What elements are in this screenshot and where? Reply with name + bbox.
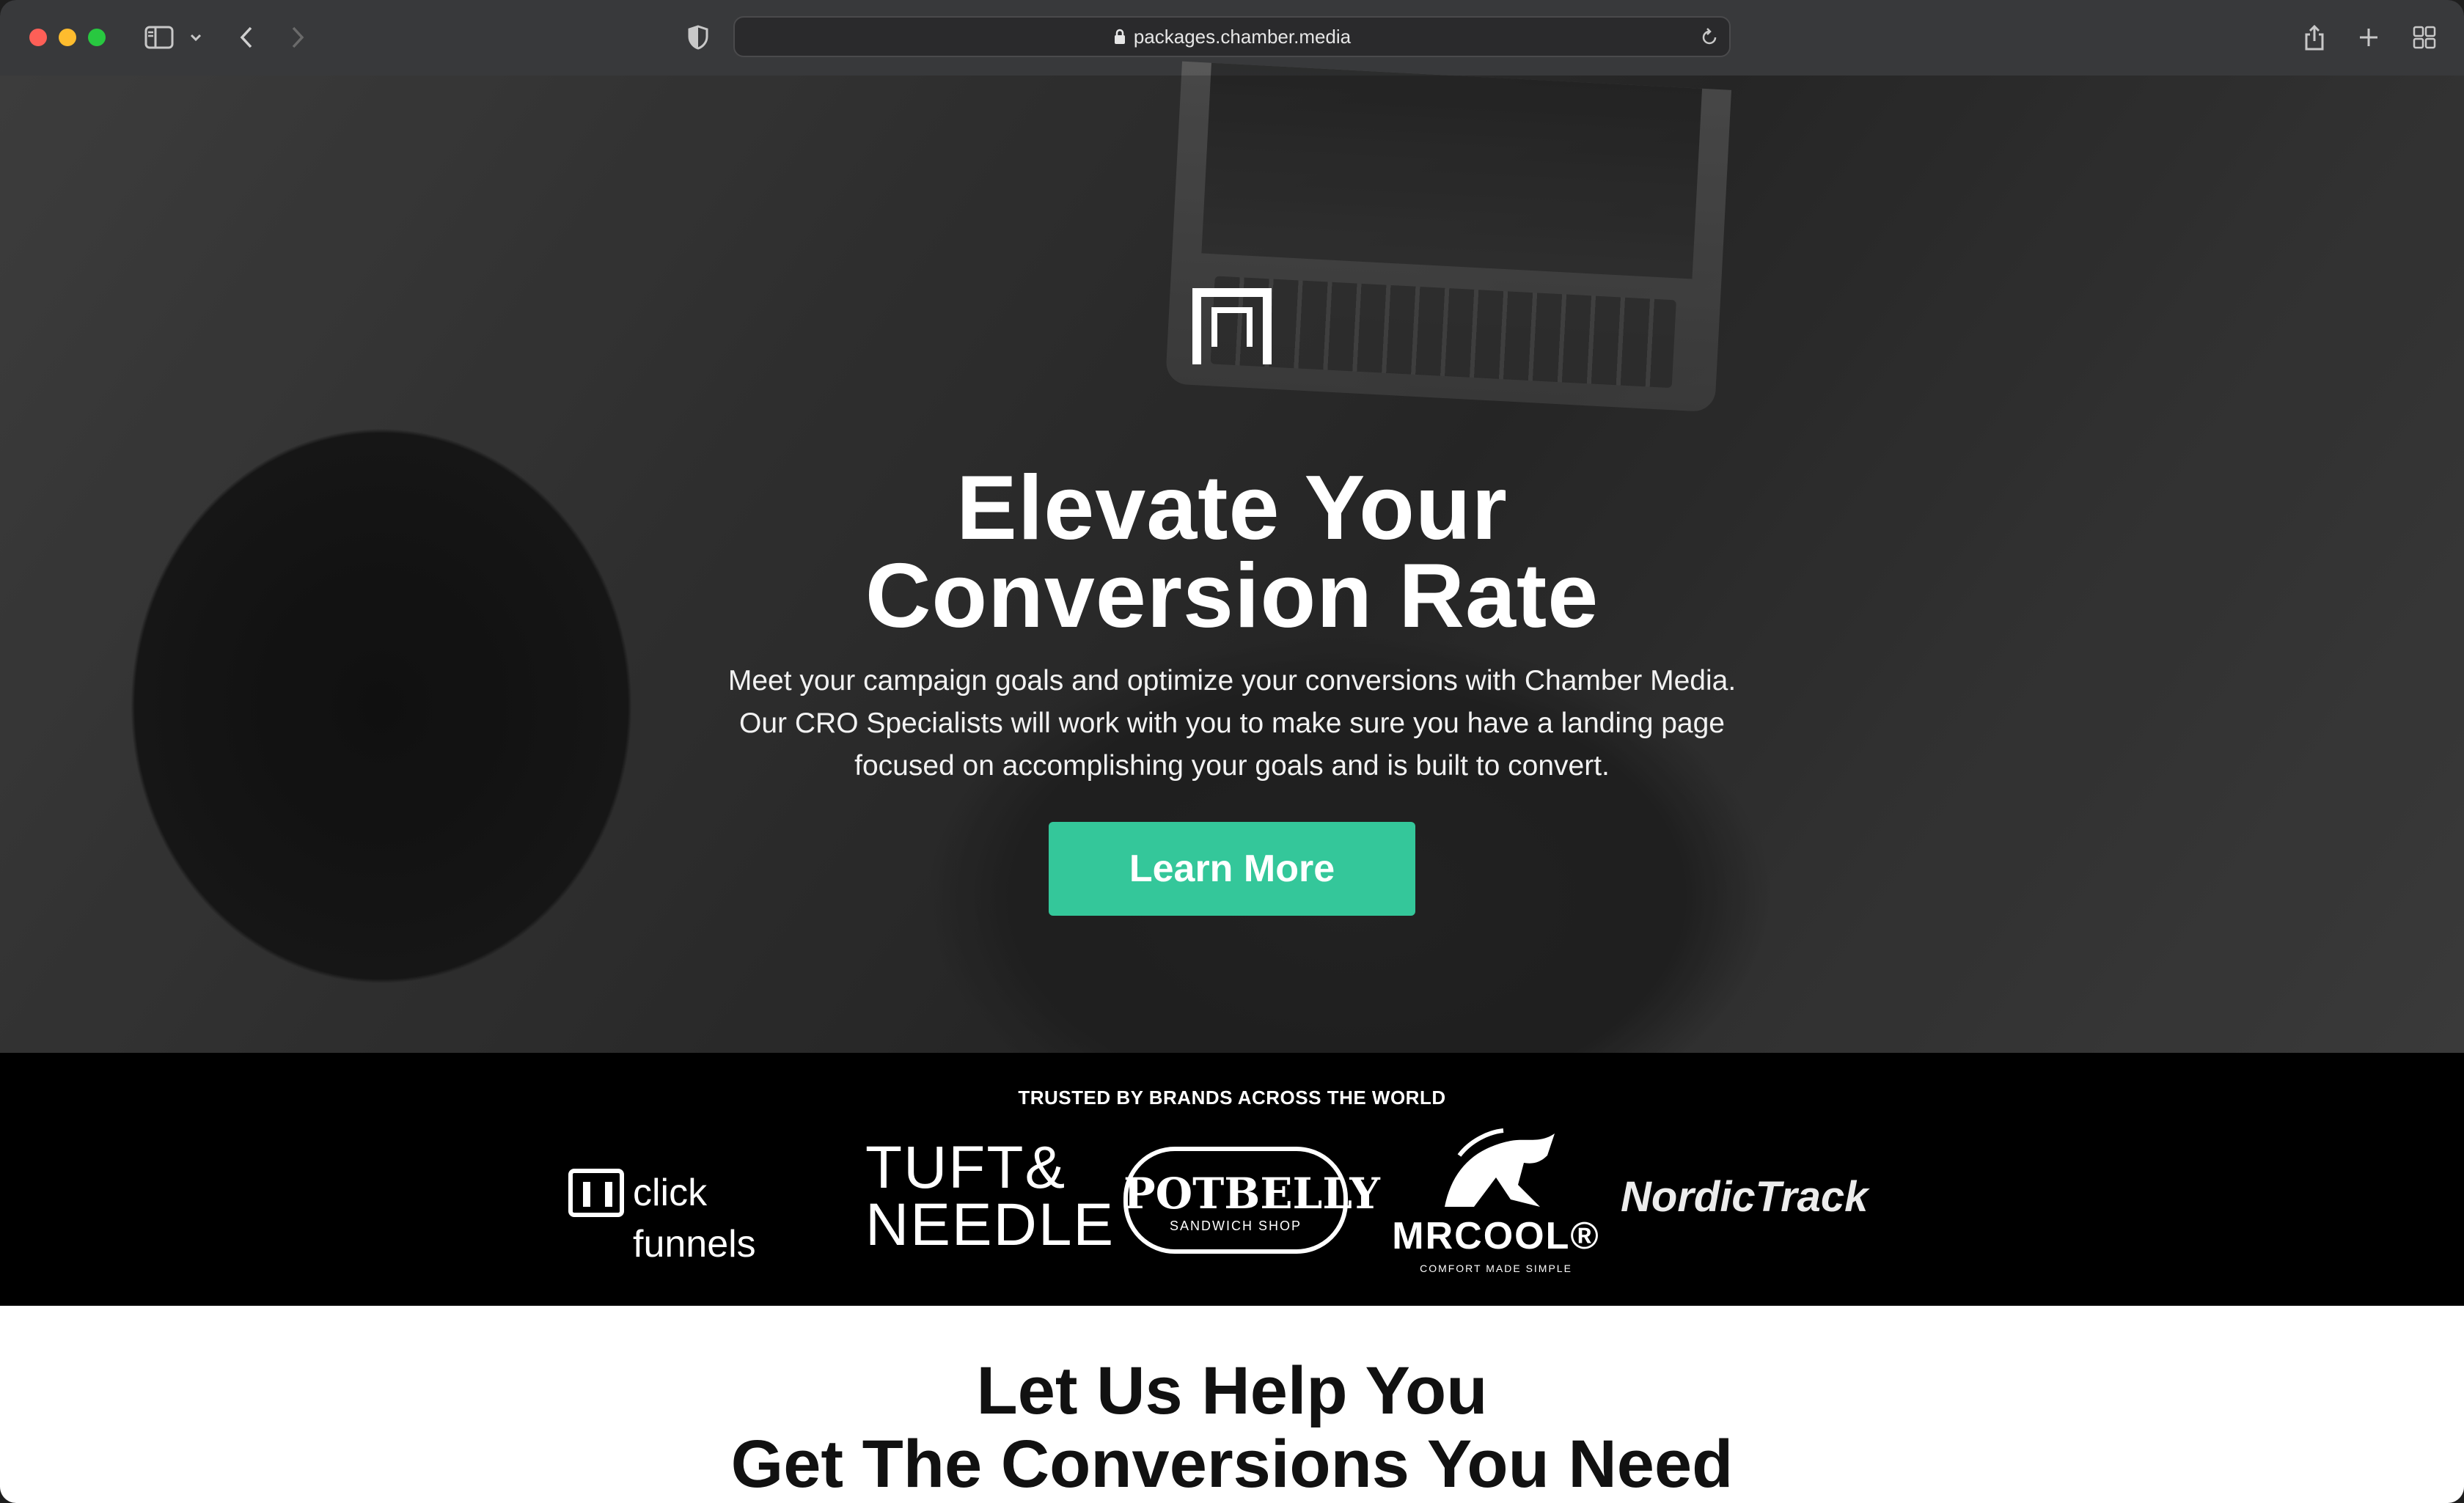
back-arrow-icon[interactable]	[232, 19, 261, 56]
sidebar-toggle-icon[interactable]	[141, 19, 177, 56]
url-text: packages.chamber.media	[1133, 26, 1352, 48]
potbelly-logo-subtext: SANDWICH SHOP	[1169, 1219, 1302, 1233]
clickfunnels-logo: click funnels	[568, 1167, 840, 1265]
clickfunnels-logo-text: click funnels	[633, 1172, 756, 1265]
section-title-line: Get The Conversions You Need	[730, 1427, 1734, 1502]
nordictrack-logo: NordicTrack	[1621, 1170, 1899, 1229]
section-title-line: Let Us Help You	[976, 1353, 1488, 1428]
privacy-shield-icon[interactable]	[682, 19, 714, 56]
share-icon[interactable]	[2300, 19, 2329, 56]
trusted-brands-label: TRUSTED BY BRANDS ACROSS THE WORLD	[1018, 1087, 1446, 1109]
close-window-button[interactable]	[29, 29, 47, 46]
address-bar[interactable]: packages.chamber.media	[733, 16, 1731, 57]
mrcool-bear-icon	[1445, 1128, 1555, 1207]
tuft-and-needle-logo-line: TUFT&	[865, 1134, 1067, 1201]
tuft-and-needle-logo-line: NEEDLE	[865, 1191, 1115, 1258]
clickfunnels-mark-icon	[568, 1169, 624, 1217]
tab-overview-icon[interactable]	[2408, 19, 2441, 56]
mrcool-logo-subtext: COMFORT MADE SIMPLE	[1420, 1263, 1572, 1274]
lock-icon	[1113, 19, 1126, 57]
browser-window: packages.chamber.media Elevate Your Conv…	[0, 0, 2464, 1503]
hero-description-line: Our CRO Specialists will work with you t…	[739, 708, 1725, 739]
minimize-window-button[interactable]	[59, 29, 76, 46]
section-title: Let Us Help You Get The Conversions You …	[0, 1354, 2464, 1501]
hero-title-line: Elevate Your	[956, 457, 1508, 559]
potbelly-logo-text: POTBELLY	[1123, 1169, 1380, 1219]
hero-description-line: focused on accomplishing your goals and …	[854, 750, 1610, 782]
zoom-window-button[interactable]	[88, 29, 106, 46]
reload-icon[interactable]	[1700, 26, 1719, 51]
hero-title-line: Conversion Rate	[865, 545, 1599, 647]
nordictrack-logo-text: NordicTrack	[1621, 1173, 1869, 1221]
hero-description-line: Meet your campaign goals and optimize yo…	[727, 665, 1737, 697]
tuft-and-needle-logo: TUFT& NEEDLE	[865, 1134, 1115, 1258]
chevron-down-icon[interactable]	[185, 19, 207, 56]
hero-section: Elevate Your Conversion Rate Meet your c…	[0, 61, 2464, 1073]
mrcool-logo-text: MRCOOL®	[1392, 1215, 1600, 1257]
learn-more-button[interactable]: Learn More	[1049, 822, 1415, 916]
new-tab-icon[interactable]	[2354, 19, 2383, 56]
conversions-section: Let Us Help You Get The Conversions You …	[0, 1306, 2464, 1503]
potbelly-logo: POTBELLY SANDWICH SHOP	[1123, 1139, 1380, 1257]
mrcool-logo: MRCOOL® COMFORT MADE SIMPLE	[1386, 1126, 1606, 1274]
hero-title: Elevate Your Conversion Rate	[0, 457, 2464, 647]
forward-arrow-icon[interactable]	[283, 19, 312, 56]
trusted-brands-section: TRUSTED BY BRANDS ACROSS THE WORLD click…	[0, 1053, 2464, 1306]
hero-description: Meet your campaign goals and optimize yo…	[645, 660, 1819, 787]
chamber-logo-icon	[1192, 288, 1272, 364]
